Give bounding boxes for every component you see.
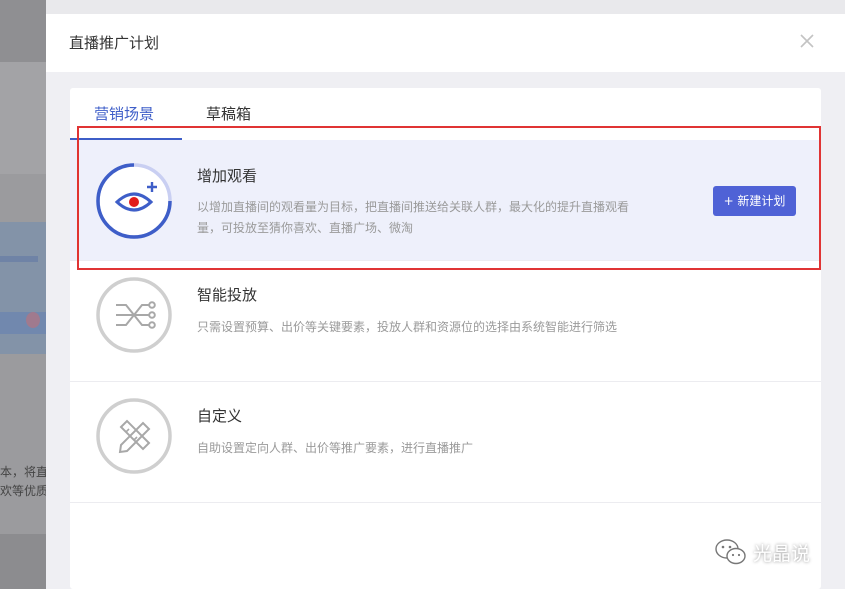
annotation-highlight-box (77, 126, 821, 270)
modal-title: 直播推广计划 (69, 34, 160, 52)
smart-routing-icon (96, 277, 172, 353)
background-text-line: 欢等优质 (0, 484, 46, 498)
scene-card-custom[interactable]: 自定义 自助设置定向人群、出价等推广要素，进行直播推广 (70, 382, 821, 503)
background-block (0, 62, 46, 174)
background-block (0, 534, 46, 589)
pencil-ruler-icon (96, 398, 172, 474)
background-text-line: 本，将直 (0, 465, 46, 479)
wechat-icon (715, 539, 746, 565)
background-page: 本，将直 欢等优质 (0, 0, 46, 589)
background-block (0, 0, 46, 62)
modal-header: 直播推广计划 (46, 14, 845, 72)
card-title: 自定义 (197, 407, 243, 425)
close-button[interactable] (796, 30, 818, 52)
close-icon (800, 34, 814, 48)
tab-drafts[interactable]: 草稿箱 (206, 103, 251, 124)
card-description: 只需设置预算、出价等关键要素，投放人群和资源位的选择由系统智能进行筛选 (197, 320, 618, 334)
card-description: 自助设置定向人群、出价等推广要素，进行直播推广 (197, 441, 474, 455)
background-illustration (0, 222, 46, 354)
scene-card-smart-delivery[interactable]: 智能投放 只需设置预算、出价等关键要素，投放人群和资源位的选择由系统智能进行筛选 (70, 261, 821, 382)
card-title: 智能投放 (197, 286, 258, 304)
background-illustration-dot (26, 312, 40, 328)
tab-marketing-scenes[interactable]: 营销场景 (94, 103, 154, 124)
watermark-text: 光晶说 (753, 543, 811, 565)
live-promotion-modal: 直播推广计划 营销场景 草稿箱 增加观看 以增加直播间的观看量为目标，把直播间推 (46, 14, 845, 589)
